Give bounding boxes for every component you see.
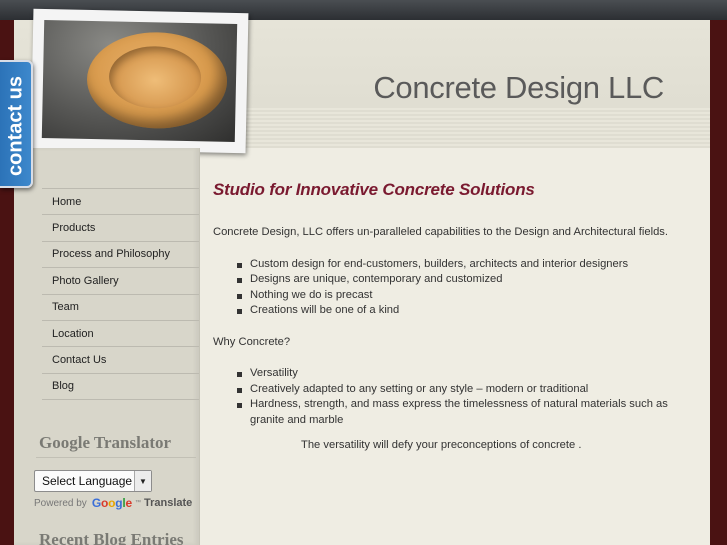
header-band — [200, 108, 710, 148]
nav-item-products[interactable]: Products — [42, 215, 199, 242]
language-select[interactable]: Select Language ▼ — [34, 470, 152, 492]
powered-by-label: Powered by — [34, 497, 87, 509]
site-title: Concrete Design LLC — [373, 70, 664, 105]
concrete-bowl-image — [41, 19, 238, 143]
closing-statement: The versatility will defy your preconcep… — [301, 439, 582, 451]
right-edge — [710, 20, 727, 545]
list-item: Hardness, strength, and mass express the… — [213, 397, 693, 428]
contact-us-label: contact us — [4, 75, 27, 177]
list-item: Custom design for end-customers, builder… — [213, 257, 693, 273]
intro-paragraph: Concrete Design, LLC offers un-parallele… — [213, 226, 669, 238]
nav-item-location[interactable]: Location — [42, 321, 199, 348]
why-concrete-list: Versatility Creatively adapted to any se… — [213, 366, 693, 428]
why-concrete-heading: Why Concrete? — [213, 335, 291, 348]
bowl-shape — [86, 30, 229, 130]
divider — [36, 457, 196, 458]
list-item: Nothing we do is precast — [213, 288, 693, 304]
google-logo: Google — [91, 496, 132, 510]
list-item: Versatility — [213, 366, 693, 382]
list-item: Creatively adapted to any setting or any… — [213, 382, 693, 398]
trademark-mark: ™ — [135, 500, 141, 506]
list-item: Creations will be one of a kind — [213, 303, 693, 319]
language-select-value: Select Language — [42, 474, 133, 488]
powered-by-google-translate[interactable]: Powered by Google ™ Translate — [34, 496, 192, 510]
page-heading: Studio for Innovative Concrete Solutions — [213, 180, 535, 199]
nav-item-home[interactable]: Home — [42, 189, 199, 216]
header-photo — [30, 8, 249, 154]
contact-us-tab[interactable]: contact us — [0, 60, 33, 188]
recent-blog-entries-heading: Recent Blog Entries — [39, 530, 184, 545]
nav-item-blog[interactable]: Blog — [42, 374, 199, 401]
triangle-down-icon: ▼ — [134, 471, 151, 491]
nav-item-team[interactable]: Team — [42, 295, 199, 321]
nav-item-process-and-philosophy[interactable]: Process and Philosophy — [42, 242, 199, 269]
nav-item-photo-gallery[interactable]: Photo Gallery — [42, 268, 199, 295]
list-item: Designs are unique, contemporary and cus… — [213, 272, 693, 288]
main-content: Studio for Innovative Concrete Solutions… — [213, 180, 693, 470]
features-list: Custom design for end-customers, builder… — [213, 257, 693, 319]
translate-label: Translate — [144, 497, 193, 509]
google-translator-heading: Google Translator — [39, 433, 172, 452]
nav-item-contact-us[interactable]: Contact Us — [42, 347, 199, 374]
sidebar-nav: Home Products Process and Philosophy Pho… — [42, 188, 199, 401]
